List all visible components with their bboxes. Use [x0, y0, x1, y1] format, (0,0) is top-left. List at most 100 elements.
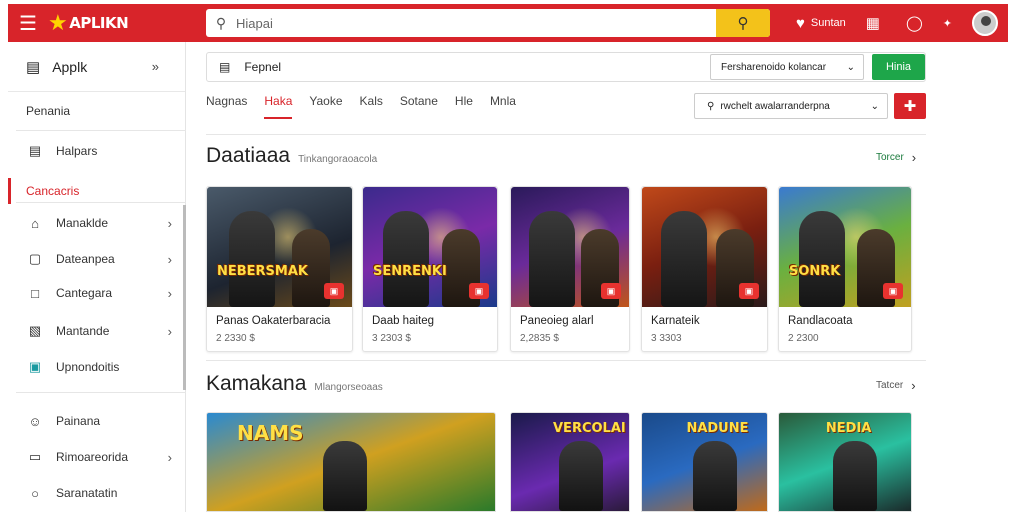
- game-thumbnail: [692, 441, 737, 511]
- section-heading: Kamakana: [206, 372, 307, 395]
- sidebar-item[interactable]: ▣ Upnondoitis: [8, 354, 186, 380]
- game-card[interactable]: ▣ Karnateik 3 3303: [641, 186, 768, 352]
- chevron-right-icon: ›: [911, 378, 916, 393]
- game-card[interactable]: SONRK ▣ Randlacoata 2 2300: [778, 186, 912, 352]
- search-icon: ⚲: [215, 14, 227, 31]
- sidebar-item[interactable]: ▭ Rimoareorida ›: [8, 444, 186, 470]
- sidebar-title: Applk: [52, 58, 88, 75]
- game-logo-text: NAMS: [237, 421, 304, 445]
- sidebar-item-label: Penania: [26, 104, 71, 118]
- sidebar-item[interactable]: ▤ Halpars: [8, 138, 186, 164]
- game-card[interactable]: ▣ Paneoieg alarl 2,2835 $: [510, 186, 630, 352]
- see-all-label: Tatcer: [876, 380, 904, 391]
- badge-icon: ▣: [324, 283, 344, 299]
- sidebar-item[interactable]: □ Cantegara ›: [8, 280, 186, 306]
- game-logo-text: NADUNE: [686, 421, 749, 436]
- notification-icon[interactable]: ◯: [906, 14, 923, 32]
- sort-dropdown-value: rwchelt awalarranderpna: [720, 100, 830, 112]
- tab[interactable]: Haka: [264, 94, 293, 119]
- app-logo[interactable]: ★ APLIKN: [48, 11, 129, 36]
- search-bar[interactable]: ⚲ Hiapai ⚲: [206, 9, 770, 37]
- sort-dropdown[interactable]: ⚲ rwchelt awalarranderpna ⌄: [694, 93, 888, 119]
- divider: [16, 202, 186, 203]
- chevron-down-icon: ⌄: [870, 100, 879, 112]
- user-icon: ☺: [28, 413, 42, 429]
- folder-icon: ▣: [28, 359, 42, 374]
- avatar[interactable]: [972, 10, 998, 36]
- game-thumbnail: ▣: [511, 187, 629, 307]
- chevron-right-icon: ›: [167, 215, 172, 231]
- search-icon: ⚲: [707, 100, 715, 112]
- game-card[interactable]: VERCOLAI: [510, 412, 630, 512]
- main-content: ▤ Fepnel Fersharenoido kolancar ⌄ Hinia …: [186, 42, 1016, 512]
- game-thumbnail: [559, 441, 603, 511]
- sidebar-item[interactable]: Penania: [8, 98, 186, 124]
- section-subtitle: Mlangorseoaas: [314, 382, 383, 393]
- badge-icon: ▣: [739, 283, 759, 299]
- divider: [16, 392, 186, 393]
- tag-icon: ▢: [28, 251, 42, 266]
- add-button[interactable]: ✚: [894, 93, 926, 119]
- game-title: Panas Oakaterbaracia: [216, 315, 331, 327]
- chevron-right-icon: ›: [167, 251, 172, 267]
- section-heading: Daatiaaa: [206, 144, 291, 167]
- collapse-icon[interactable]: »: [152, 59, 159, 74]
- game-title: Daab haiteg: [372, 315, 435, 327]
- chat-icon[interactable]: ♥: [796, 15, 805, 32]
- game-meta: 3 3303: [651, 333, 682, 344]
- sidebar-item[interactable]: ▢ Dateanpea ›: [8, 246, 186, 272]
- square-icon: □: [31, 285, 39, 301]
- sidebar-item[interactable]: Cancacris: [8, 178, 186, 204]
- game-meta: 2 2330 $: [216, 333, 255, 344]
- see-all-label: Torcer: [876, 152, 904, 163]
- chevron-right-icon: ›: [167, 323, 172, 339]
- game-card[interactable]: SENRENKI ▣ Daab haiteg 3 2303 $: [362, 186, 498, 352]
- sidebar-item[interactable]: ○ Saranatatin: [8, 480, 186, 506]
- game-meta: 3 2303 $: [372, 333, 411, 344]
- game-card[interactable]: NAMS: [206, 412, 496, 512]
- section-subtitle: Tinkangoraoacola: [298, 154, 378, 165]
- search-button[interactable]: ⚲: [716, 9, 770, 37]
- category-dropdown[interactable]: Fersharenoido kolancar ⌄: [710, 54, 864, 80]
- game-thumbnail: SENRENKI ▣: [363, 187, 497, 307]
- game-thumbnail: [323, 441, 367, 511]
- divider: [206, 360, 926, 361]
- sidebar-logo-icon: ▤: [26, 58, 41, 76]
- sidebar-item-label: Halpars: [56, 144, 98, 158]
- settings-icon[interactable]: ✦: [943, 17, 952, 30]
- tab[interactable]: Yaoke: [309, 94, 342, 119]
- see-all-link[interactable]: Tatcer ›: [876, 378, 916, 393]
- sidebar-item[interactable]: ⌂ Manaklde ›: [8, 210, 186, 236]
- game-meta: 2,2835 $: [520, 333, 559, 344]
- search-input[interactable]: Hiapai: [236, 16, 273, 31]
- tab-bar: Nagnas Haka Yaoke Kals Sotane Hle Mnla: [206, 94, 533, 119]
- game-card[interactable]: NEBERSMAK ▣ Panas Oakaterbaracia 2 2330 $: [206, 186, 353, 352]
- see-all-link[interactable]: Torcer ›: [876, 150, 916, 165]
- sidebar-item[interactable]: ▧ Mantande ›: [8, 318, 186, 344]
- sidebar-header: ▤ Applk »: [8, 42, 185, 92]
- tab[interactable]: Sotane: [400, 94, 438, 119]
- hamburger-icon[interactable]: ☰: [8, 4, 48, 42]
- sidebar-item-label: Mantande: [56, 324, 110, 338]
- section-title: Kamakana Mlangorseoaas: [206, 372, 383, 396]
- grid-icon[interactable]: ▦: [866, 14, 880, 32]
- home-icon: ⌂: [31, 215, 39, 231]
- sidebar-item[interactable]: ☺ Painana: [8, 408, 186, 434]
- chevron-right-icon: ›: [911, 150, 917, 165]
- tab[interactable]: Nagnas: [206, 94, 247, 119]
- tab[interactable]: Mnla: [490, 94, 516, 119]
- sidebar: ▤ Applk » Penania ▤ Halpars Cancacris ⌂ Manak…: [8, 42, 186, 512]
- signin-link[interactable]: Suntan: [811, 17, 846, 29]
- primary-button[interactable]: Hinia: [872, 54, 925, 80]
- game-thumbnail: NEBERSMAK ▣: [207, 187, 352, 307]
- tab[interactable]: Hle: [455, 94, 473, 119]
- sidebar-item-label: Cancacris: [26, 184, 80, 198]
- chevron-down-icon: ⌄: [846, 61, 855, 73]
- tab[interactable]: Kals: [360, 94, 383, 119]
- image-icon: ▧: [28, 323, 42, 338]
- game-card[interactable]: NEDIA: [778, 412, 912, 512]
- badge-icon: ▣: [883, 283, 903, 299]
- header-actions: ♥ Suntan ▦ ◯ ✦: [796, 4, 958, 42]
- game-meta: 2 2300: [788, 333, 819, 344]
- game-card[interactable]: NADUNE: [641, 412, 768, 512]
